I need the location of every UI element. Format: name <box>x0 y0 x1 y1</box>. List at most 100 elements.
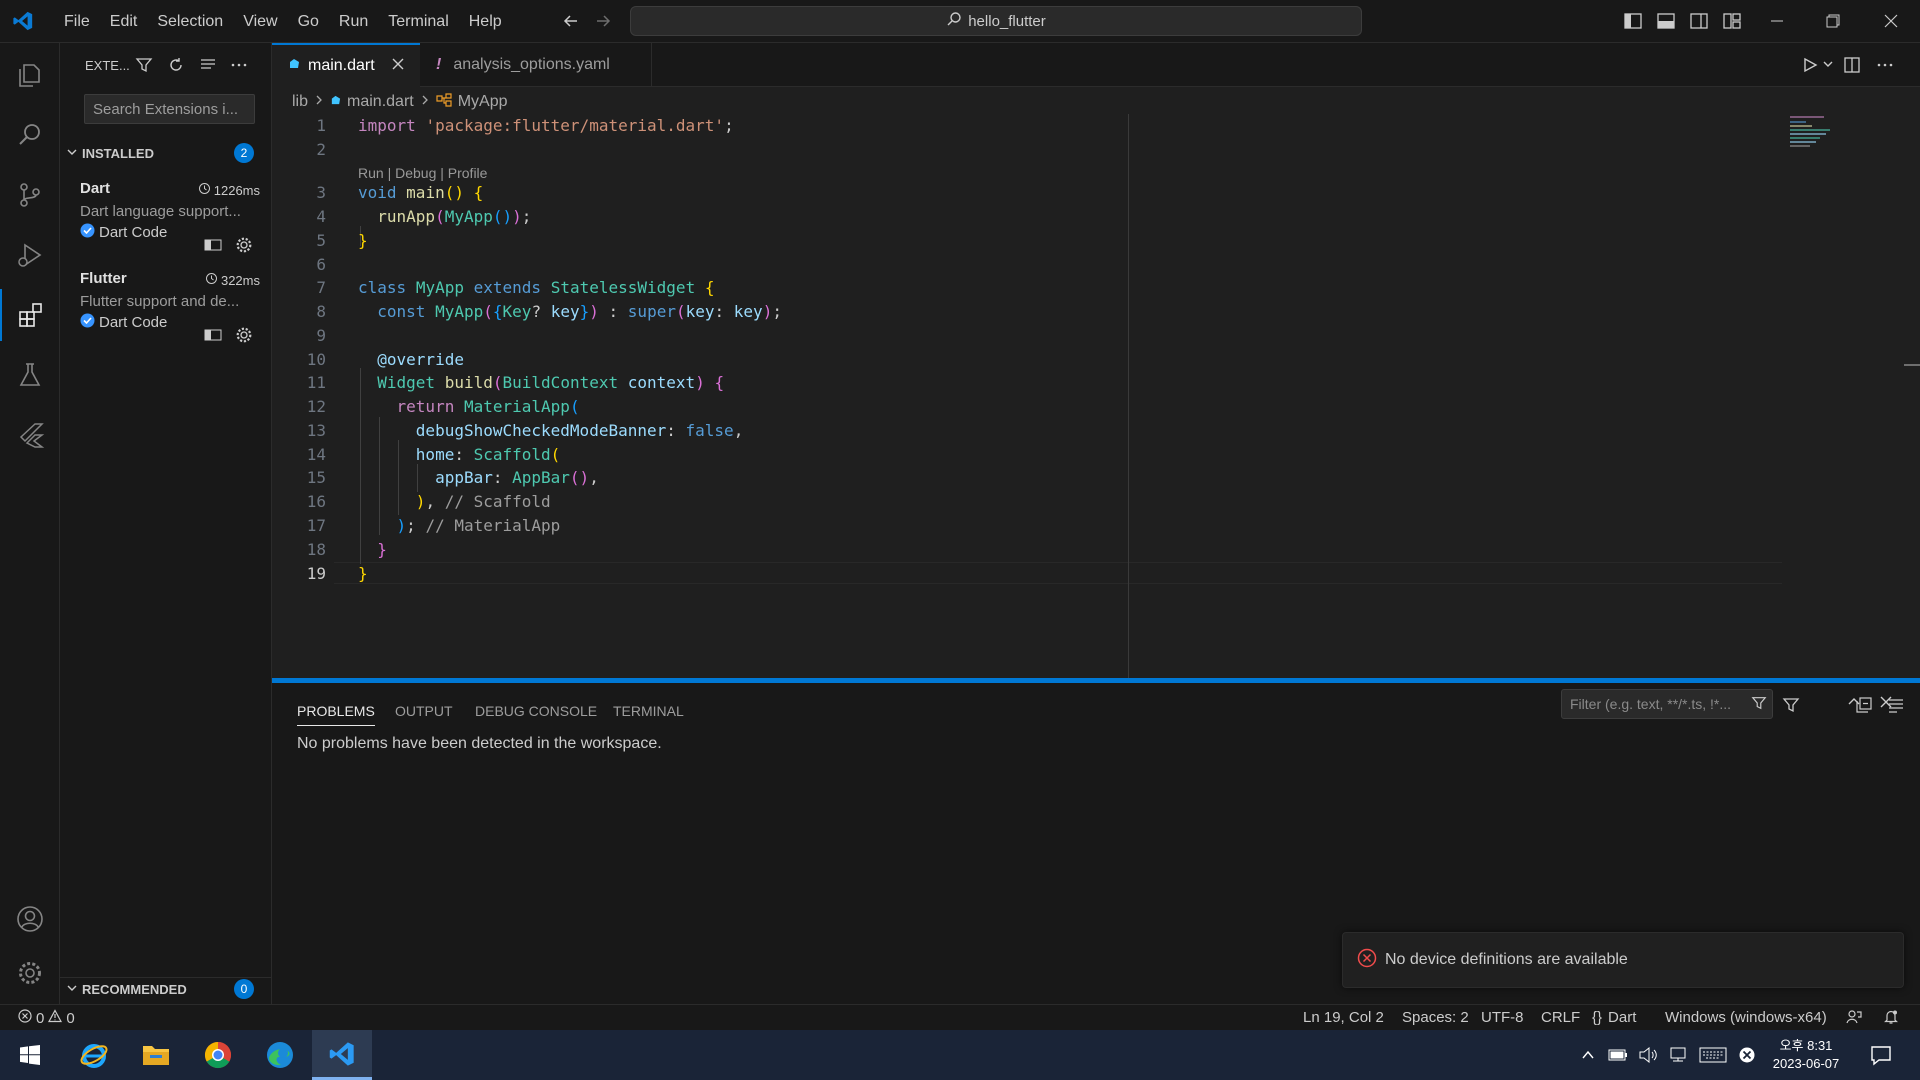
explorer-icon[interactable] <box>0 49 60 101</box>
error-count: 0 <box>36 1009 45 1027</box>
end-of-line[interactable]: CRLF <box>1541 1009 1580 1026</box>
filter-funnel-icon[interactable] <box>1751 695 1767 714</box>
editor-more-actions-icon[interactable] <box>1876 56 1894 78</box>
menu-view[interactable]: View <box>233 13 287 31</box>
codelens-run-debug-profile[interactable]: Run | Debug | Profile <box>358 165 487 181</box>
encoding[interactable]: UTF-8 <box>1481 1009 1524 1026</box>
search-view-icon[interactable] <box>0 109 60 161</box>
tab-output[interactable]: OUTPUT <box>395 703 453 719</box>
minimize-icon[interactable] <box>1766 10 1788 32</box>
battery-icon[interactable] <box>1606 1030 1630 1080</box>
back-arrow-icon[interactable] <box>560 10 582 32</box>
minimap[interactable] <box>1790 116 1840 152</box>
more-actions-icon[interactable] <box>230 56 248 78</box>
notifications-bell-icon[interactable] <box>1883 1009 1899 1029</box>
extension-settings-gear-icon[interactable] <box>235 326 253 348</box>
menu-run[interactable]: Run <box>329 13 378 31</box>
code-line: Widget build(BuildContext context) { <box>377 373 725 392</box>
menu-go[interactable]: Go <box>288 13 329 31</box>
vscode-taskbar-icon[interactable] <box>312 1030 372 1080</box>
menu-selection[interactable]: Selection <box>147 13 233 31</box>
extensions-sidebar: EXTE... Search Extensions i... INSTALLED… <box>60 43 272 1004</box>
tab-analysis-options[interactable]: ! analysis_options.yaml <box>420 43 652 87</box>
extensions-icon[interactable] <box>0 289 60 341</box>
braces-icon: {} <box>1592 1009 1603 1026</box>
menu-bar: File Edit Selection View Go Run Terminal… <box>54 0 512 43</box>
menu-edit[interactable]: Edit <box>100 13 148 31</box>
clock[interactable]: 오후 8:31 2023-06-07 <box>1764 1030 1848 1080</box>
recommended-count-badge: 0 <box>234 979 254 999</box>
volume-icon[interactable] <box>1636 1030 1660 1080</box>
tab-terminal[interactable]: TERMINAL <box>613 703 684 719</box>
problems-status-item[interactable]: 0 0 <box>18 1009 75 1027</box>
clear-list-icon[interactable] <box>199 56 217 78</box>
breadcrumb-file[interactable]: main.dart <box>347 93 414 111</box>
action-center-icon[interactable] <box>1862 1030 1900 1080</box>
accounts-icon[interactable] <box>0 893 60 945</box>
language-mode[interactable]: {} Dart <box>1592 1009 1636 1026</box>
title-bar: File Edit Selection View Go Run Terminal… <box>0 0 1920 43</box>
menu-terminal[interactable]: Terminal <box>378 13 458 31</box>
network-icon[interactable] <box>1666 1030 1690 1080</box>
run-debug-icon[interactable] <box>0 229 60 281</box>
testing-flask-icon[interactable] <box>0 349 60 401</box>
close-window-icon[interactable] <box>1880 10 1902 32</box>
toggle-secondary-sidebar-icon[interactable] <box>1688 10 1710 32</box>
extension-item-flutter[interactable]: Flutter 322ms Flutter support and de... … <box>80 270 260 343</box>
activation-time-value: 1226ms <box>213 182 260 198</box>
filter-funnel-icon[interactable] <box>1782 696 1800 718</box>
windows-start-icon[interactable] <box>0 1030 60 1080</box>
customize-layout-icon[interactable] <box>1721 10 1743 32</box>
run-play-icon[interactable] <box>1801 56 1819 78</box>
sync-ignored-icon[interactable] <box>204 238 222 256</box>
edge-icon[interactable] <box>250 1030 310 1080</box>
source-control-icon[interactable] <box>0 169 60 221</box>
toggle-panel-icon[interactable] <box>1655 10 1677 32</box>
menu-help[interactable]: Help <box>459 13 512 31</box>
sync-ignored-icon[interactable] <box>204 328 222 346</box>
close-tab-icon[interactable] <box>391 57 405 76</box>
flutter-icon[interactable] <box>0 409 60 461</box>
tab-problems[interactable]: PROBLEMS <box>297 703 375 726</box>
run-dropdown-chevron-icon[interactable] <box>1822 57 1834 74</box>
cursor-position[interactable]: Ln 19, Col 2 <box>1303 1009 1384 1026</box>
code-line: runApp(MyApp()); <box>377 207 532 226</box>
code-line: class MyApp extends StatelessWidget { <box>358 278 715 297</box>
code-line: debugShowCheckedModeBanner: false, <box>415 421 744 440</box>
close-panel-icon[interactable] <box>1878 694 1894 714</box>
maximize-panel-chevron-up-icon[interactable] <box>1846 694 1862 714</box>
tab-main-dart[interactable]: main.dart <box>272 43 420 87</box>
indentation[interactable]: Spaces: 2 <box>1402 1009 1469 1026</box>
error-notification-toast[interactable]: No device definitions are available <box>1342 932 1904 988</box>
internet-explorer-icon[interactable] <box>64 1030 124 1080</box>
search-extensions-input[interactable]: Search Extensions i... <box>84 94 255 124</box>
filter-icon[interactable] <box>135 56 153 78</box>
extension-settings-gear-icon[interactable] <box>235 236 253 258</box>
target-device[interactable]: Windows (windows-x64) <box>1665 1009 1827 1026</box>
code-editor[interactable]: 1 2 3 4 5 6 7 8 9 10 11 12 13 14 15 16 1… <box>272 114 1920 678</box>
manage-gear-icon[interactable] <box>0 947 60 999</box>
split-editor-icon[interactable] <box>1843 56 1861 78</box>
language-name: Dart <box>1608 1009 1637 1026</box>
command-center-search[interactable]: hello_flutter <box>630 6 1362 36</box>
chrome-icon[interactable] <box>188 1030 248 1080</box>
problems-filter-input[interactable]: Filter (e.g. text, **/*.ts, !*... <box>1561 689 1773 719</box>
warning-triangle-icon <box>48 1009 63 1027</box>
breadcrumb-folder[interactable]: lib <box>292 93 308 111</box>
breadcrumb-symbol[interactable]: MyApp <box>458 93 508 111</box>
show-hidden-icons-chevron-icon[interactable] <box>1578 1030 1598 1080</box>
ime-status-icon[interactable] <box>1736 1030 1758 1080</box>
keyboard-icon[interactable] <box>1697 1030 1729 1080</box>
status-bar: 0 0 Ln 19, Col 2 Spaces: 2 UTF-8 CRLF {}… <box>0 1004 1920 1030</box>
extension-item-dart[interactable]: Dart 1226ms Dart language support... Dar… <box>80 180 260 253</box>
refresh-icon[interactable] <box>167 56 185 78</box>
feedback-icon[interactable] <box>1846 1009 1862 1029</box>
vscode-logo-icon <box>12 10 34 36</box>
toggle-sidebar-icon[interactable] <box>1622 10 1644 32</box>
tab-debug-console[interactable]: DEBUG CONSOLE <box>475 703 597 719</box>
restore-icon[interactable] <box>1822 10 1844 32</box>
forward-arrow-icon[interactable] <box>592 10 614 32</box>
line-number-current: 19 <box>306 564 326 583</box>
file-explorer-icon[interactable] <box>126 1030 186 1080</box>
menu-file[interactable]: File <box>54 13 100 31</box>
